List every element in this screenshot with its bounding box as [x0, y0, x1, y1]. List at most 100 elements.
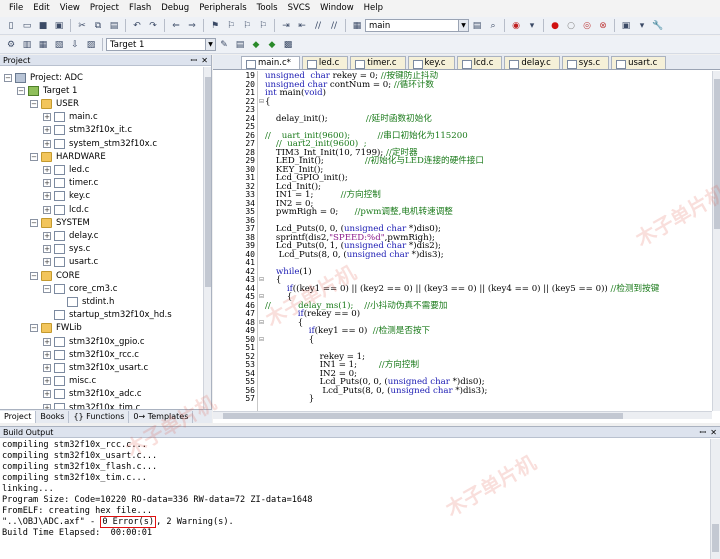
target-combo[interactable]: Target 1 ▼: [106, 38, 216, 51]
tree-item-sys-c[interactable]: + sys.c: [43, 243, 90, 256]
tree-item-startup-stm32f10x-hd-s[interactable]: startup_stm32f10x_hd.s: [43, 309, 172, 322]
unindent-icon[interactable]: ⇤: [295, 19, 309, 33]
build-icon[interactable]: ▥: [20, 38, 34, 52]
fold-marker-icon[interactable]: [259, 259, 265, 267]
collapse-icon[interactable]: −: [43, 284, 51, 293]
file-tab-sys-c[interactable]: sys.c: [561, 56, 610, 69]
file-tab-timer-c[interactable]: timer.c: [350, 56, 406, 69]
file-tab-lcd-c[interactable]: lcd.c: [456, 56, 503, 69]
clear-bookmarks-icon[interactable]: ⚐: [256, 19, 270, 33]
file-tab-main-c-[interactable]: main.c*: [241, 56, 300, 69]
expand-icon[interactable]: +: [43, 192, 51, 201]
breakpoint-disable-icon[interactable]: ○: [564, 19, 578, 33]
expand-icon[interactable]: +: [43, 126, 51, 135]
expand-icon[interactable]: +: [43, 350, 51, 359]
tree-item-lcd-c[interactable]: + lcd.c: [43, 203, 89, 216]
tree-item-delay-c[interactable]: + delay.c: [43, 229, 98, 242]
expand-icon[interactable]: +: [43, 165, 51, 174]
download-icon[interactable]: ⇩: [68, 38, 82, 52]
tree-item-stm32f10x-gpio-c[interactable]: + stm32f10x_gpio.c: [43, 335, 145, 348]
kill-breakpoints-icon[interactable]: ◎: [580, 19, 594, 33]
cut-icon[interactable]: ✂: [75, 19, 89, 33]
expand-icon[interactable]: +: [43, 205, 51, 214]
debug-session-icon[interactable]: ◉: [509, 19, 523, 33]
collapse-icon[interactable]: −: [30, 271, 38, 280]
collapse-icon[interactable]: −: [30, 324, 38, 333]
manage-run-time-icon[interactable]: ◆: [249, 38, 263, 52]
panel-tab-templates[interactable]: 0→ Templates: [129, 410, 194, 423]
build-output-text[interactable]: compiling stm32f10x_rcc.c... compiling st…: [2, 440, 708, 559]
menu-svcs[interactable]: SVCS: [283, 0, 316, 17]
tree-item-led-c[interactable]: + led.c: [43, 163, 89, 176]
menu-window[interactable]: Window: [315, 0, 359, 17]
paste-icon[interactable]: ▤: [107, 19, 121, 33]
collapse-icon[interactable]: −: [30, 218, 38, 227]
menu-file[interactable]: File: [4, 0, 28, 17]
file-tab-delay-c[interactable]: delay.c: [504, 56, 560, 69]
tree-item-system-stm32f10x-c[interactable]: + system_stm32f10x.c: [43, 137, 157, 150]
save-icon[interactable]: ■: [36, 19, 50, 33]
menu-flash[interactable]: Flash: [124, 0, 156, 17]
fold-marker-icon[interactable]: [259, 106, 265, 114]
tree-item-fwlib[interactable]: − FWLib: [30, 322, 82, 335]
menu-debug[interactable]: Debug: [156, 0, 194, 17]
menu-help[interactable]: Help: [359, 0, 388, 17]
tree-item-key-c[interactable]: + key.c: [43, 190, 90, 203]
menu-edit[interactable]: Edit: [28, 0, 54, 17]
pin-icon[interactable]: ꟷ: [190, 55, 197, 66]
window-layout-icon[interactable]: ▣: [619, 19, 633, 33]
tree-item-system[interactable]: − SYSTEM: [30, 216, 90, 229]
file-tab-usart-c[interactable]: usart.c: [611, 56, 667, 69]
save-all-icon[interactable]: ▣: [52, 19, 66, 33]
kill-all-breakpoints-icon[interactable]: ⊗: [596, 19, 610, 33]
collapse-icon[interactable]: −: [30, 99, 38, 108]
tree-item-misc-c[interactable]: + misc.c: [43, 375, 96, 388]
chevron-down-icon[interactable]: ▾: [635, 19, 649, 33]
panel-tab-project[interactable]: Project: [0, 410, 37, 423]
file-tab-led-c[interactable]: led.c: [301, 56, 349, 69]
find-icon[interactable]: ⌕: [486, 19, 500, 33]
chevron-down-icon[interactable]: ▼: [205, 39, 215, 50]
collapse-icon[interactable]: −: [30, 152, 38, 161]
find-in-files-icon[interactable]: ▦: [350, 19, 364, 33]
menu-peripherals[interactable]: Peripherals: [194, 0, 251, 17]
find-combo[interactable]: main ▼: [365, 19, 469, 32]
expand-icon[interactable]: +: [43, 377, 51, 386]
build-output-scrollbar[interactable]: [710, 439, 720, 559]
expand-icon[interactable]: +: [43, 337, 51, 346]
tree-item-stm32f10x-adc-c[interactable]: + stm32f10x_adc.c: [43, 388, 142, 401]
collapse-icon[interactable]: −: [17, 86, 25, 95]
tree-item-stm32f10x-it-c[interactable]: + stm32f10x_it.c: [43, 124, 132, 137]
comment-icon[interactable]: //: [311, 19, 325, 33]
prev-bookmark-icon[interactable]: ⚐: [224, 19, 238, 33]
expand-icon[interactable]: +: [43, 113, 51, 122]
tree-item-timer-c[interactable]: + timer.c: [43, 177, 98, 190]
navigate-back-icon[interactable]: ⇐: [169, 19, 183, 33]
navigate-forward-icon[interactable]: ⇒: [185, 19, 199, 33]
breakpoint-icon[interactable]: ●: [548, 19, 562, 33]
tree-item-user[interactable]: − USER: [30, 97, 79, 110]
fold-marker-icon[interactable]: [259, 344, 265, 352]
menu-view[interactable]: View: [55, 0, 85, 17]
tree-item-stm32f10x-rcc-c[interactable]: + stm32f10x_rcc.c: [43, 348, 139, 361]
collapse-icon[interactable]: −: [4, 73, 12, 82]
tree-item-usart-c[interactable]: + usart.c: [43, 256, 98, 269]
chevron-down-icon[interactable]: ▼: [458, 20, 468, 31]
batch-build-icon[interactable]: ▧: [52, 38, 66, 52]
menu-tools[interactable]: Tools: [252, 0, 283, 17]
expand-icon[interactable]: +: [43, 245, 51, 254]
close-icon[interactable]: ✕: [201, 55, 208, 66]
panel-tab-books[interactable]: Books: [36, 410, 70, 423]
expand-icon[interactable]: +: [43, 258, 51, 267]
copy-icon[interactable]: ⧉: [91, 19, 105, 33]
project-tree-scrollbar[interactable]: [203, 67, 211, 412]
file-tab-key-c[interactable]: key.c: [407, 56, 455, 69]
new-file-icon[interactable]: ▯: [4, 19, 18, 33]
expand-icon[interactable]: +: [43, 139, 51, 148]
open-file-icon[interactable]: ▭: [20, 19, 34, 33]
tree-item-hardware[interactable]: − HARDWARE: [30, 150, 106, 163]
expand-icon[interactable]: +: [43, 363, 51, 372]
code-area[interactable]: 19 unsigned char rekey = 0; //按键防止抖动 20 uns…: [213, 71, 712, 411]
uncomment-icon[interactable]: //: [327, 19, 341, 33]
menu-project[interactable]: Project: [85, 0, 124, 17]
